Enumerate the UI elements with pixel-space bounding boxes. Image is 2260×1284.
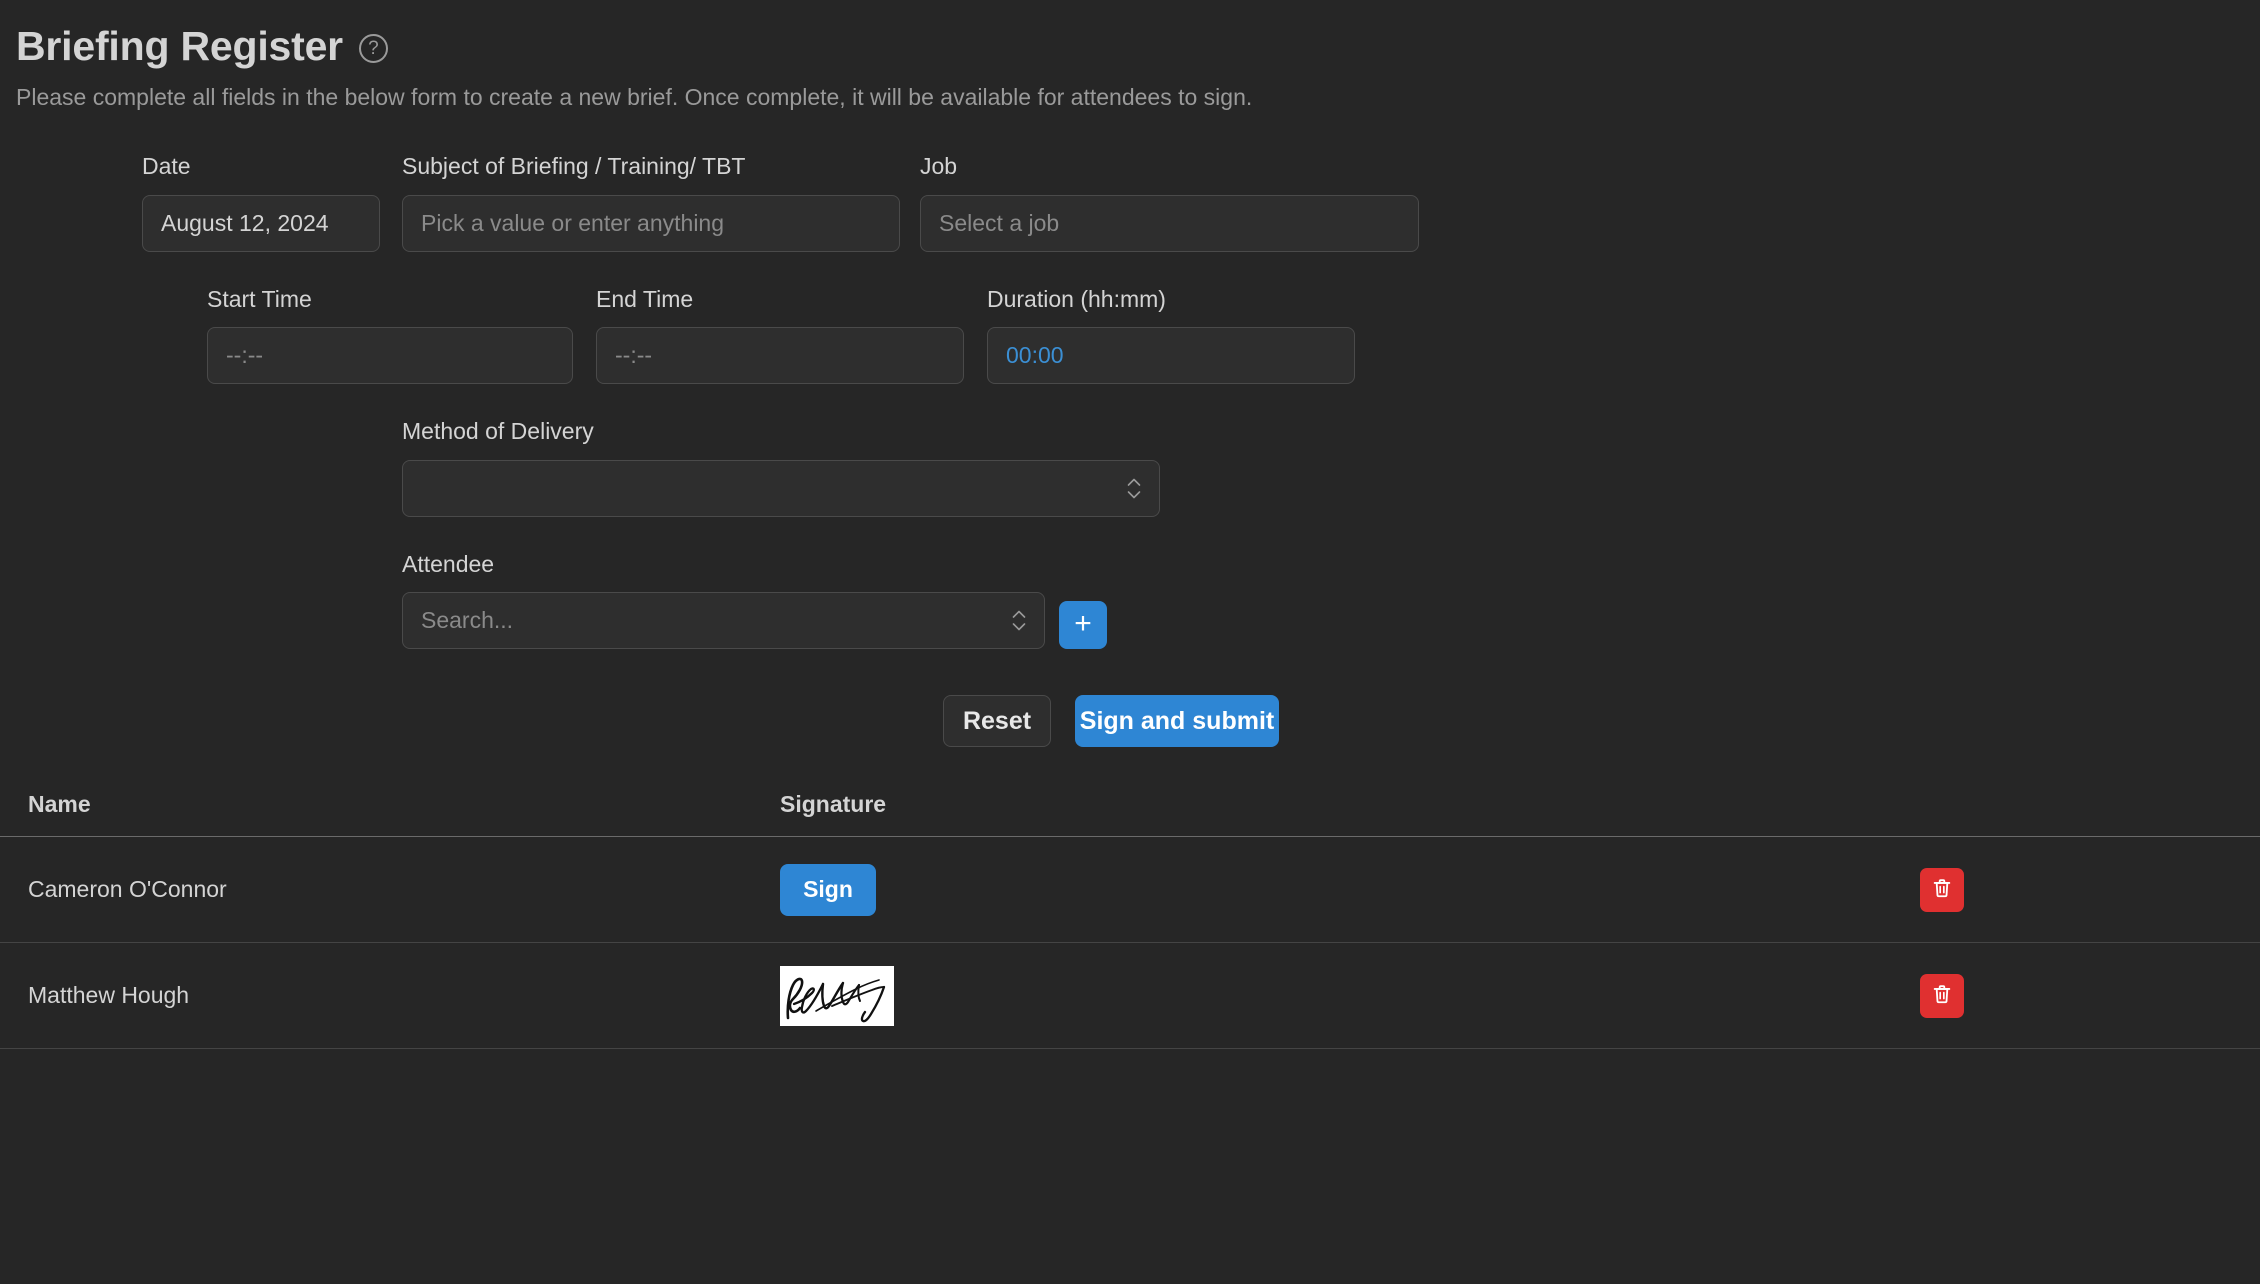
- duration-input: 00:00: [987, 327, 1355, 384]
- form-row-1: Date August 12, 2024 Subject of Briefing…: [0, 153, 2260, 252]
- table-header-row: Name Signature: [0, 791, 2260, 837]
- form-actions: Reset Sign and submit: [0, 695, 2260, 747]
- start-time-input[interactable]: --:--: [207, 327, 573, 384]
- actions-cell: [1920, 974, 2244, 1018]
- job-input[interactable]: Select a job: [920, 195, 1419, 252]
- form-row-3: Method of Delivery: [0, 418, 2260, 517]
- column-header-name: Name: [28, 791, 780, 818]
- signature-cell: [780, 966, 1920, 1026]
- table-row: Matthew Hough: [0, 943, 2260, 1049]
- column-header-signature: Signature: [780, 791, 1920, 818]
- start-time-label: Start Time: [207, 286, 573, 314]
- table-row: Cameron O'Connor Sign: [0, 837, 2260, 943]
- add-attendee-button[interactable]: +: [1059, 601, 1107, 649]
- end-time-label: End Time: [596, 286, 964, 314]
- actions-cell: [1920, 868, 2244, 912]
- field-attendee: Attendee Search... +: [402, 551, 1107, 650]
- attendee-label: Attendee: [402, 551, 1107, 579]
- page-title: Briefing Register: [16, 24, 343, 69]
- attendee-line: Search... +: [402, 592, 1107, 649]
- field-subject: Subject of Briefing / Training/ TBT Pick…: [402, 153, 900, 252]
- page-subtitle: Please complete all fields in the below …: [16, 83, 2260, 113]
- method-of-delivery-select[interactable]: [402, 460, 1160, 517]
- chevron-up-down-icon: [1127, 478, 1141, 499]
- duration-label: Duration (hh:mm): [987, 286, 1355, 314]
- chevron-up-down-icon: [1012, 610, 1026, 631]
- subject-input[interactable]: Pick a value or enter anything: [402, 195, 900, 252]
- briefing-form: Date August 12, 2024 Subject of Briefing…: [0, 153, 2260, 747]
- field-method-of-delivery: Method of Delivery: [402, 418, 1160, 517]
- attendee-table: Name Signature Cameron O'Connor Sign: [0, 791, 2260, 1049]
- briefing-register-page: Briefing Register ? Please complete all …: [0, 0, 2260, 1284]
- field-end-time: End Time --:--: [596, 286, 964, 385]
- question-mark-circle-icon[interactable]: ?: [359, 34, 388, 63]
- field-duration: Duration (hh:mm) 00:00: [987, 286, 1355, 385]
- delete-attendee-button[interactable]: [1920, 974, 1964, 1018]
- field-date: Date August 12, 2024: [142, 153, 380, 252]
- attendee-name: Cameron O'Connor: [28, 876, 780, 903]
- form-row-4: Attendee Search... +: [0, 551, 2260, 650]
- sign-button[interactable]: Sign: [780, 864, 876, 916]
- delete-attendee-button[interactable]: [1920, 868, 1964, 912]
- date-input[interactable]: August 12, 2024: [142, 195, 380, 252]
- attendee-search-select[interactable]: Search...: [402, 592, 1045, 649]
- end-time-input[interactable]: --:--: [596, 327, 964, 384]
- attendee-placeholder: Search...: [421, 607, 513, 634]
- date-label: Date: [142, 153, 380, 181]
- trash-icon: [1931, 877, 1953, 902]
- attendee-name: Matthew Hough: [28, 982, 780, 1009]
- field-job: Job Select a job: [920, 153, 1419, 252]
- sign-and-submit-button[interactable]: Sign and submit: [1075, 695, 1279, 747]
- method-of-delivery-label: Method of Delivery: [402, 418, 1160, 446]
- subject-label: Subject of Briefing / Training/ TBT: [402, 153, 900, 181]
- job-label: Job: [920, 153, 1419, 181]
- signature-image: [780, 966, 894, 1026]
- reset-button[interactable]: Reset: [943, 695, 1051, 747]
- page-header: Briefing Register ? Please complete all …: [0, 0, 2260, 113]
- signature-cell: Sign: [780, 864, 1920, 916]
- title-row: Briefing Register ?: [16, 24, 2260, 69]
- field-start-time: Start Time --:--: [207, 286, 573, 385]
- form-row-2: Start Time --:-- End Time --:-- Duration…: [0, 286, 2260, 385]
- trash-icon: [1931, 983, 1953, 1008]
